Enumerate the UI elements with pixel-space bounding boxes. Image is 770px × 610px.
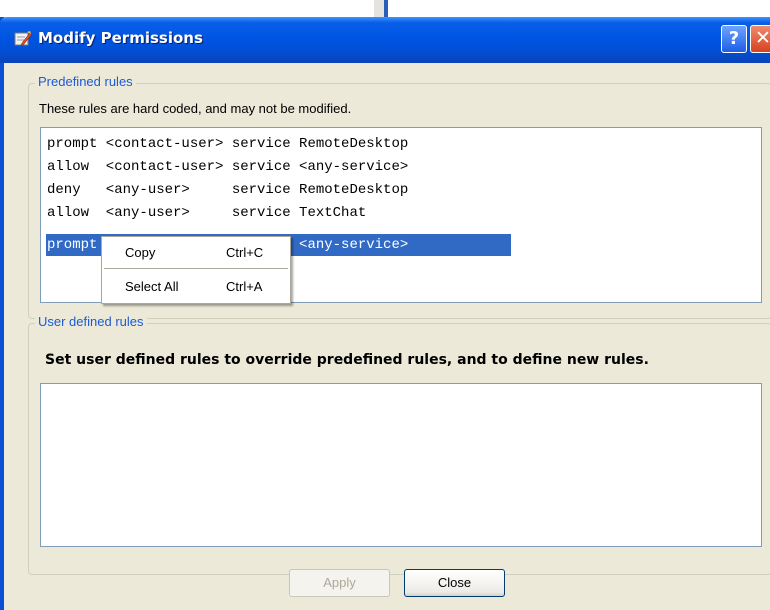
user-defined-rules-editor[interactable] (40, 383, 762, 547)
rule-line[interactable]: allow <any-user> service TextChat (47, 202, 366, 225)
menu-separator (104, 268, 288, 269)
menu-item-copy[interactable]: Copy Ctrl+C (102, 237, 290, 267)
menu-item-shortcut: Ctrl+A (226, 279, 263, 294)
menu-item-select-all[interactable]: Select All Ctrl+A (102, 271, 290, 301)
background-window-edge-blue (384, 0, 388, 17)
rule-line[interactable]: allow <contact-user> service <any-servic… (47, 156, 408, 179)
background-window-edge (374, 0, 384, 17)
user-defined-rules-legend: User defined rules (35, 314, 147, 329)
rule-line[interactable]: deny <any-user> service RemoteDesktop (47, 179, 408, 202)
predefined-rules-description: These rules are hard coded, and may not … (39, 101, 352, 116)
window-close-button[interactable]: ✕ (750, 25, 770, 53)
menu-item-label: Select All (125, 279, 179, 294)
user-defined-rules-instruction: Set user defined rules to override prede… (45, 352, 649, 368)
modify-permissions-dialog: Modify Permissions ? ✕ Predefined rules … (0, 17, 770, 610)
context-menu: Copy Ctrl+C Select All Ctrl+A (101, 236, 291, 304)
apply-button[interactable]: Apply (289, 569, 390, 597)
app-icon (14, 31, 32, 47)
window-title: Modify Permissions (38, 29, 203, 47)
menu-item-label: Copy (125, 245, 156, 260)
predefined-rules-legend: Predefined rules (35, 74, 136, 89)
title-bar[interactable]: Modify Permissions ? ✕ (0, 17, 770, 63)
rule-line[interactable]: prompt <contact-user> service RemoteDesk… (47, 133, 408, 156)
help-button[interactable]: ? (721, 25, 747, 53)
close-button[interactable]: Close (404, 569, 505, 597)
desktop-background (0, 0, 770, 17)
menu-item-shortcut: Ctrl+C (226, 245, 264, 260)
